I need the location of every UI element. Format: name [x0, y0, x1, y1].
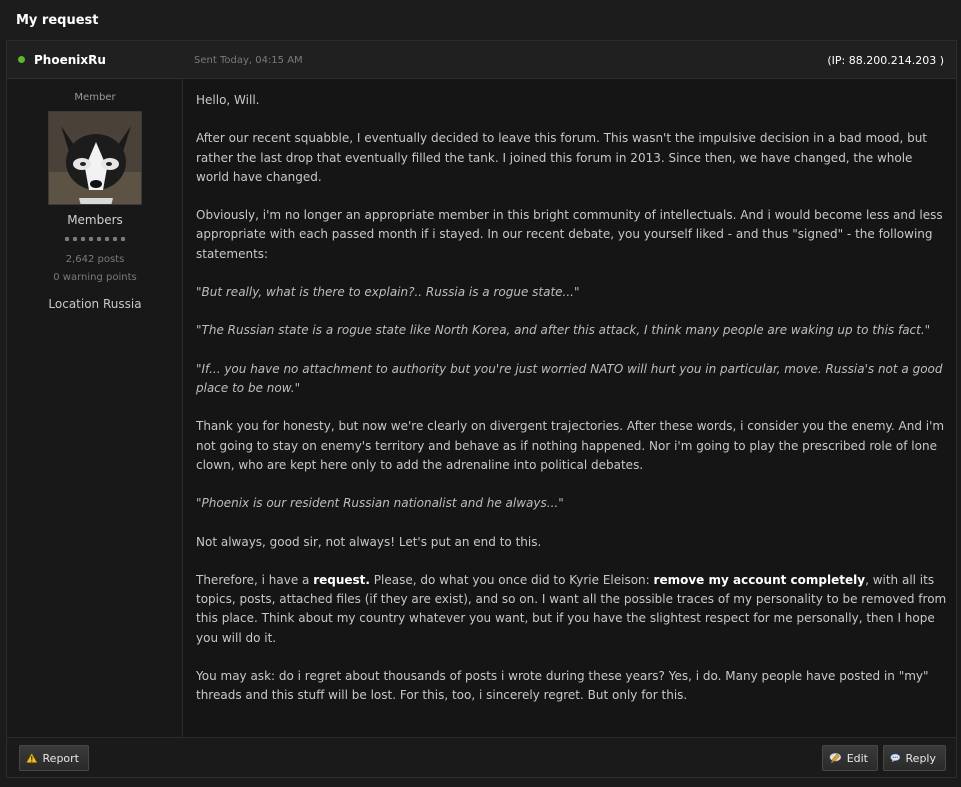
text-run: Please, do what you once did to Kyrie El…	[369, 572, 654, 587]
bold-remove-account: remove my account completely	[653, 572, 866, 587]
ip-address[interactable]: (IP: 88.200.214.203 )	[827, 54, 944, 67]
post-footer: Report Edit Reply	[7, 737, 956, 777]
rank-pip	[97, 237, 101, 241]
rank-pip	[65, 237, 69, 241]
rank-pip	[89, 237, 93, 241]
post-header: PhoenixRu Sent Today, 04:15 AM (IP: 88.2…	[7, 41, 956, 79]
quoted-statement: "The Russian state is a rogue state like…	[196, 323, 931, 338]
author-name-link[interactable]: PhoenixRu	[34, 53, 106, 67]
online-status-icon	[18, 56, 25, 63]
quoted-statement: "If... you have no attachment to authori…	[196, 361, 943, 395]
quoted-statement: "Phoenix is our resident Russian nationa…	[196, 496, 564, 511]
edit-button-label: Edit	[846, 751, 868, 765]
forum-post: PhoenixRu Sent Today, 04:15 AM (IP: 88.2…	[6, 40, 957, 778]
report-button[interactable]: Report	[19, 745, 89, 771]
author-location: Location Russia	[48, 297, 142, 311]
rank-pip	[105, 237, 109, 241]
post-paragraph: You may ask: do i regret about thousands…	[196, 668, 929, 703]
member-title: Member	[74, 92, 116, 103]
page-title: My request	[0, 0, 961, 40]
post-paragraph: After our recent squabble, I eventually …	[196, 131, 927, 184]
warning-points: 0 warning points	[53, 272, 137, 283]
post-paragraph-request: Therefore, i have a request. Please, do …	[196, 571, 948, 648]
reply-bubble-icon	[890, 753, 901, 763]
warning-icon	[26, 752, 38, 763]
bold-request: request.	[313, 572, 370, 587]
reply-button[interactable]: Reply	[883, 745, 946, 771]
edit-button[interactable]: Edit	[822, 745, 878, 771]
post-paragraph: Not always, good sir, not always! Let's …	[196, 534, 542, 549]
rank-pip	[113, 237, 117, 241]
text-run: Therefore, i have a	[196, 572, 314, 587]
post-count: 2,642 posts	[65, 254, 125, 265]
post-body: Hello, Will. After our recent squabble, …	[196, 91, 948, 725]
post-paragraph: Hello, Will.	[196, 93, 260, 107]
rank-pip	[81, 237, 85, 241]
report-button-label: Report	[42, 751, 79, 765]
member-group: Members	[67, 213, 123, 227]
post-paragraph: Thank you for honesty, but now we're cle…	[196, 419, 945, 472]
reply-button-label: Reply	[905, 751, 936, 765]
quoted-statement: "But really, what is there to explain?..…	[196, 284, 580, 299]
edit-bubble-icon	[829, 753, 842, 764]
husky-avatar-icon	[49, 112, 141, 204]
post-paragraph: Obviously, i'm no longer an appropriate …	[196, 208, 943, 261]
rank-pips	[7, 237, 183, 243]
post-date: Sent Today, 04:15 AM	[194, 55, 303, 66]
author-info-pane: Member Members 2,642 posts 0 warning poi…	[7, 79, 183, 737]
avatar[interactable]	[48, 111, 142, 205]
rank-pip	[73, 237, 77, 241]
rank-pip	[121, 237, 125, 241]
